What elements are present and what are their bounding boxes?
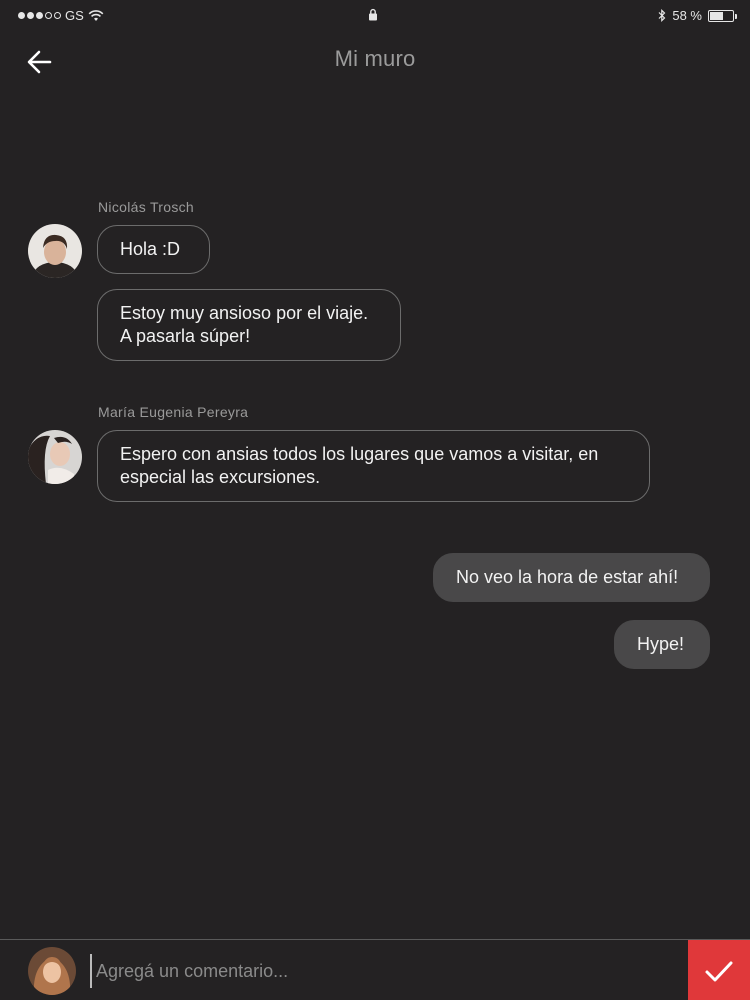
message-bubble: Espero con ansias todos los lugares que … <box>97 430 650 502</box>
avatar[interactable] <box>28 430 82 484</box>
user-avatar[interactable] <box>28 947 76 995</box>
avatar[interactable] <box>28 224 82 278</box>
sender-name: María Eugenia Pereyra <box>98 404 249 420</box>
comment-input[interactable] <box>90 954 670 988</box>
battery-icon <box>708 9 737 22</box>
status-bar: GS 58 % <box>0 0 750 32</box>
send-button[interactable] <box>688 940 750 1000</box>
signal-strength-icon <box>18 12 61 19</box>
lock-icon <box>369 8 377 21</box>
bluetooth-icon <box>658 9 666 22</box>
checkmark-icon <box>705 961 733 981</box>
outgoing-message-bubble: Hype! <box>614 620 710 669</box>
navigation-bar: Mi muro <box>0 32 750 90</box>
outgoing-message-bubble: No veo la hora de estar ahí! <box>433 553 710 602</box>
message-bubble: Estoy muy ansioso por el viaje. A pasarl… <box>97 289 401 361</box>
chat-screen: GS 58 % Mi muro Nicolás Trosch Hola:D E… <box>0 0 750 1000</box>
battery-percentage: 58 % <box>672 8 702 23</box>
message-bubble: Hola :D <box>97 225 210 274</box>
page-title: Mi muro <box>334 46 416 71</box>
wifi-icon <box>88 9 104 21</box>
carrier-label: GS <box>65 8 84 23</box>
comment-bar <box>0 939 750 1000</box>
sender-name: Nicolás Trosch <box>98 199 195 215</box>
